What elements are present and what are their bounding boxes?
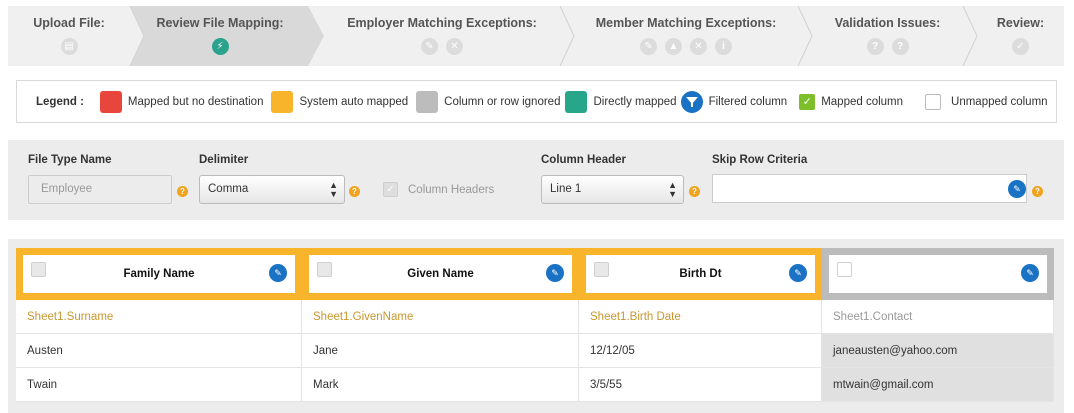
skip-row-criteria-input[interactable] [712,174,1027,203]
step-employer-matching-exceptions[interactable]: Employer Matching Exceptions: ✎ ✕ [324,6,560,66]
legend-label: System auto mapped [299,95,409,108]
help-icon[interactable]: ? [349,186,360,197]
legend-item-directly-mapped: Directly mapped [565,90,677,113]
column-title: Family Name [123,268,195,280]
column-checkbox[interactable] [317,262,332,277]
column-checkbox[interactable] [594,262,609,277]
step-label: Review File Mapping: [156,16,284,30]
step-validation-issues[interactable]: Validation Issues: ? ? [812,6,963,66]
step-review[interactable]: Review: ✓ [977,6,1064,66]
legend-label: Mapped column [821,95,904,108]
table-cell: Jane [302,334,579,368]
column-headers-checkbox[interactable]: ✓ [383,182,398,197]
calendar-icon: ▤ [60,38,78,55]
file-settings-panel: File Type Name Employee ? Delimiter Comm… [8,140,1064,220]
column-checkbox[interactable] [31,262,46,277]
legend-label: Filtered column [708,95,788,108]
legend-label: Column or row ignored [444,95,561,108]
table-cell: mtwain@gmail.com [822,368,1054,402]
legend-item-mapped-no-destination: Mapped but no destination [99,90,264,113]
column-header-given-name: Given Name ✎ [302,248,579,300]
source-field: Sheet1.GivenName [302,300,579,334]
step-upload-file[interactable]: Upload File: ▤ [8,6,130,66]
edit-icon[interactable]: ✎ [1021,264,1039,282]
gray-swatch [416,90,439,113]
column-header-contact: ✎ [822,248,1054,300]
column-header-family-name: Family Name ✎ [16,248,302,300]
help-icon[interactable]: ? [177,186,188,197]
table-cell: Twain [16,368,302,402]
legend-label: Mapped but no destination [127,95,264,108]
column-header-value: Line 1 [550,183,582,195]
legend-title: Legend : [36,95,84,108]
orange-swatch [271,90,294,113]
delimiter-select[interactable]: Comma ▲ ▼ [199,175,345,204]
step-review-file-mapping[interactable]: Review File Mapping: ⚡ [130,6,310,66]
question-icon: ? [866,38,884,55]
mapping-grid: Family Name ✎ Sheet1.Surname Austen Twai… [8,239,1064,413]
step-label: Validation Issues: [834,16,941,30]
pencil-icon: ✎ [421,38,438,55]
source-field: Sheet1.Birth Date [579,300,822,334]
step-member-matching-exceptions[interactable]: Member Matching Exceptions: ✎ ▲ ✕ i [574,6,798,66]
step-label: Upload File: [33,16,105,30]
x-icon: ✕ [446,38,463,55]
step-label: Review: [996,16,1045,30]
source-field: Sheet1.Contact [822,300,1054,334]
edit-icon[interactable]: ✎ [269,264,287,282]
table-cell: Mark [302,368,579,402]
file-type-name-input[interactable]: Employee [28,175,172,204]
question-icon: ? [891,38,909,55]
column-header-birth-dt: Birth Dt ✎ [579,248,822,300]
pencil-icon: ✎ [640,38,657,55]
legend-item-mapped-column: ✓ Mapped column [799,93,904,110]
column-title: Given Name [407,268,474,280]
column-header-label: Column Header [541,154,626,166]
column-checkbox[interactable] [837,262,852,277]
step-label: Member Matching Exceptions: [595,16,777,30]
select-arrows-icon: ▲ ▼ [329,180,338,199]
column-headers-label: Column Headers [408,184,495,196]
checklist-icon: ✓ [1012,38,1029,55]
legend-item-unmapped-column: Unmapped column [925,93,1048,110]
legend-label: Unmapped column [951,95,1048,108]
table-cell: 12/12/05 [579,334,822,368]
info-icon: i [715,38,732,55]
table-cell: Austen [16,334,302,368]
help-icon[interactable]: ? [1032,186,1043,197]
checkbox-checked-icon: ✓ [799,93,816,110]
teal-swatch [565,90,588,113]
legend-item-filtered-column: Filtered column [680,90,788,113]
edit-icon[interactable]: ✎ [546,264,564,282]
legend-item-system-auto-mapped: System auto mapped [271,90,409,113]
x-icon: ✕ [690,38,707,55]
help-icon[interactable]: ? [689,186,700,197]
source-field: Sheet1.Surname [16,300,302,334]
step-label: Employer Matching Exceptions: [347,16,537,30]
delimiter-label: Delimiter [199,154,249,166]
table-cell: 3/5/55 [579,368,822,402]
red-swatch [99,90,122,113]
checkbox-empty-icon [925,93,942,110]
legend-panel: Legend : Mapped but no destination Syste… [16,80,1057,123]
filter-icon [680,90,703,113]
table-cell: janeausten@yahoo.com [822,334,1054,368]
edit-icon[interactable]: ✎ [1008,180,1026,198]
file-type-name-label: File Type Name [28,154,112,166]
column-header-select[interactable]: Line 1 ▲ ▼ [541,175,684,204]
legend-label: Directly mapped [593,95,677,108]
select-arrows-icon: ▲ ▼ [668,180,677,199]
edit-icon[interactable]: ✎ [789,264,807,282]
plug-icon: ⚡ [211,38,229,55]
column-title: Birth Dt [679,268,722,280]
delimiter-value: Comma [208,183,249,195]
wizard-steps: Upload File: ▤ Review File Mapping: ⚡ Em… [8,6,1064,66]
legend-item-ignored: Column or row ignored [416,90,561,113]
warning-icon: ▲ [665,38,682,55]
skip-row-criteria-label: Skip Row Criteria [712,154,808,166]
